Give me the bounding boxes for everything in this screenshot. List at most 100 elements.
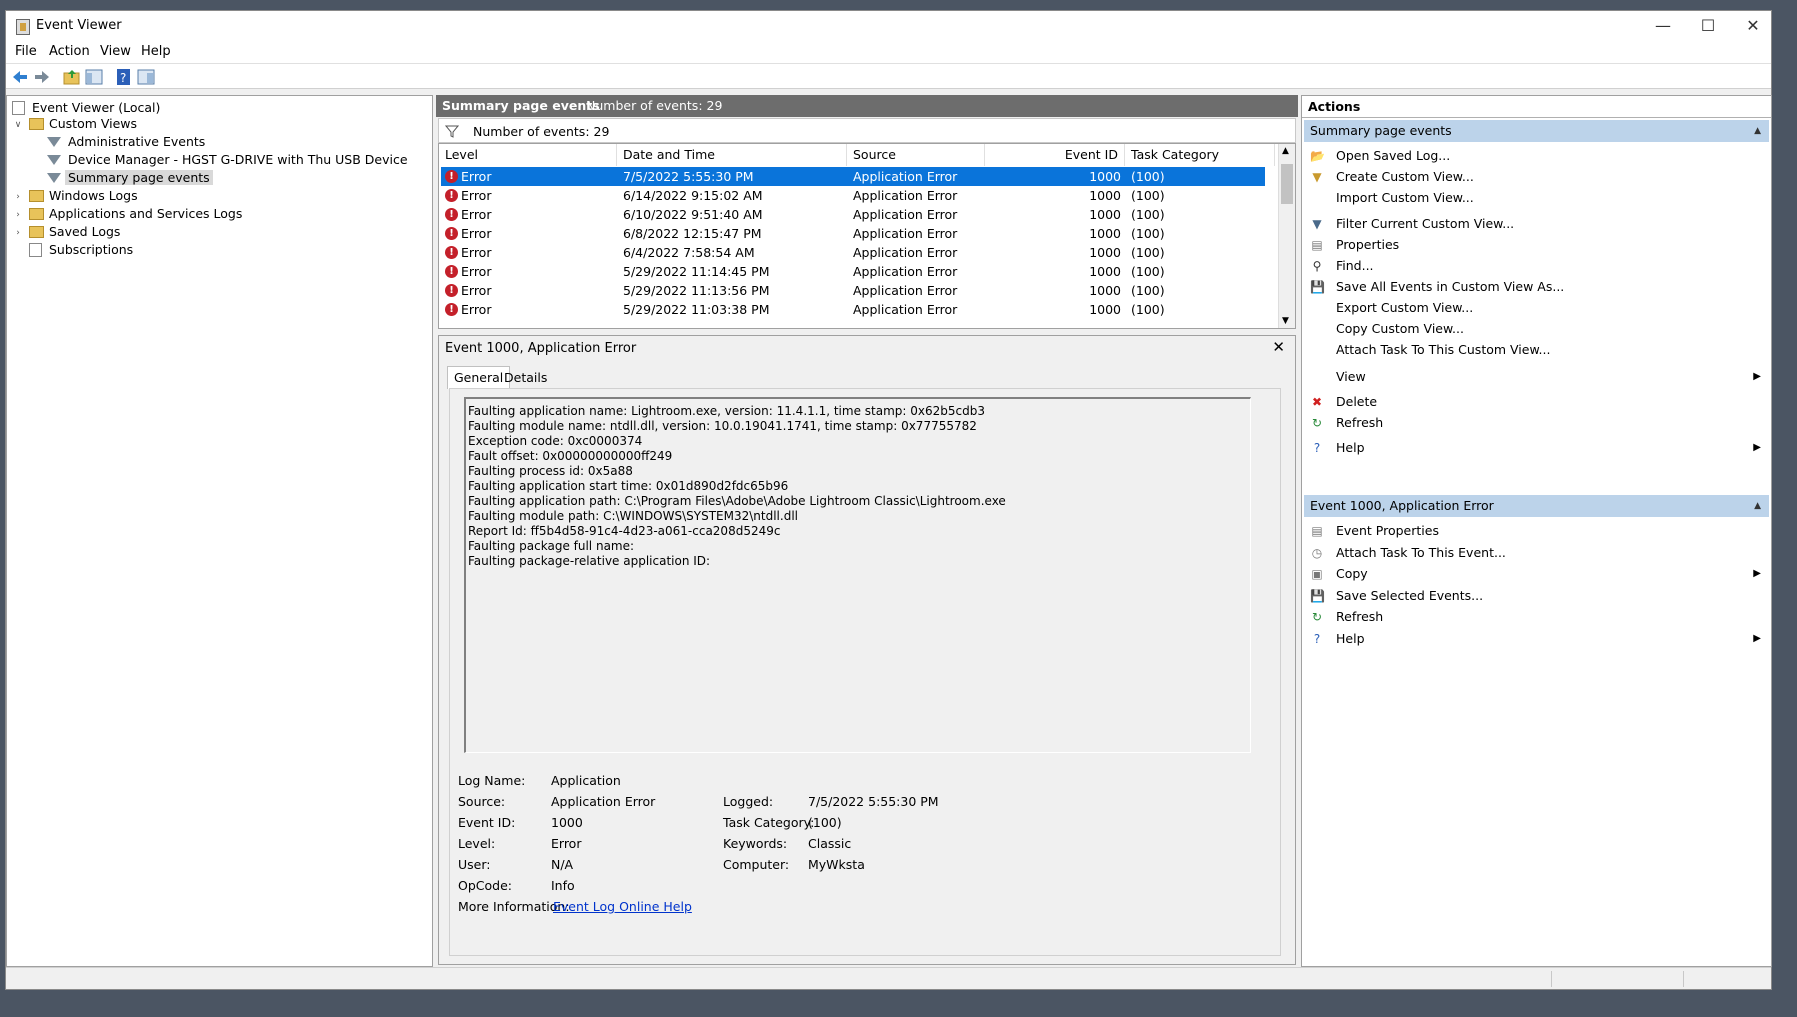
maximize-button[interactable]: ☐ <box>1685 11 1731 41</box>
tree-item-windows-logs[interactable]: Windows Logs <box>29 188 141 205</box>
refresh-icon: ↻ <box>1311 416 1323 430</box>
action-item[interactable]: ↻ Refresh <box>1304 605 1769 629</box>
task-category-cell: (100) <box>1131 226 1165 241</box>
tab-details[interactable]: Details <box>497 366 554 389</box>
action-item[interactable]: ▣ Copy ▶ <box>1304 562 1769 586</box>
chevron-down-icon[interactable]: ∨ <box>13 120 23 130</box>
level-cell: Error <box>461 264 492 279</box>
action-item[interactable]: Import Custom View... <box>1304 186 1769 210</box>
action-item[interactable]: ? Help ▶ <box>1304 627 1769 651</box>
tree-item-saved-logs[interactable]: Saved Logs <box>29 224 123 241</box>
actions-section-summary-page-events[interactable]: Summary page events ▲ <box>1304 120 1769 142</box>
properties-icon: ▤ <box>1311 238 1323 252</box>
minimize-button[interactable]: — <box>1640 11 1686 41</box>
events-scrollbar[interactable]: ▲ ▼ <box>1278 144 1295 328</box>
table-row[interactable]: ! Error 6/4/2022 7:58:54 AM Application Err… <box>441 243 1265 262</box>
table-row[interactable]: ! Error 7/5/2022 5:55:30 PM Application Err… <box>441 167 1265 186</box>
description-line: Faulting application path: C:\Program Fi… <box>468 494 1006 508</box>
event-id-cell: 1000 <box>1089 283 1121 298</box>
action-label: Import Custom View... <box>1336 190 1474 205</box>
menu-view[interactable]: View <box>100 44 131 59</box>
tree-item-summary-page-events[interactable]: Summary page events <box>47 170 213 187</box>
opcode-value: Info <box>551 878 575 893</box>
help-icon[interactable]: ? <box>115 68 133 86</box>
table-row[interactable]: ! Error 5/29/2022 11:14:45 PM Application E… <box>441 262 1265 281</box>
close-button[interactable]: ✕ <box>1730 11 1776 41</box>
source-cell: Application Error <box>853 207 958 222</box>
menu-file[interactable]: File <box>15 44 37 59</box>
actions-section-event[interactable]: Event 1000, Application Error ▲ <box>1304 495 1769 517</box>
menu-help[interactable]: Help <box>141 44 171 59</box>
window-title: Event Viewer <box>36 18 122 33</box>
table-row[interactable]: ! Error 6/8/2022 12:15:47 PM Application Er… <box>441 224 1265 243</box>
source-cell: Application Error <box>853 226 958 241</box>
action-item[interactable]: View ▶ <box>1304 365 1769 389</box>
source-cell: Application Error <box>853 245 958 260</box>
computer-value: MyWksta <box>808 857 865 872</box>
actions-section-title: Event 1000, Application Error <box>1310 498 1494 513</box>
scrollbar-thumb[interactable] <box>1281 164 1293 204</box>
menu-action[interactable]: Action <box>49 44 90 59</box>
logged-value: 7/5/2022 5:55:30 PM <box>808 794 939 809</box>
action-label: Refresh <box>1336 415 1384 430</box>
source-cell: Application Error <box>853 188 958 203</box>
tree-item-device-manager[interactable]: Device Manager - HGST G-DRIVE with Thu U… <box>47 152 411 169</box>
forward-icon[interactable] <box>33 68 51 86</box>
date-cell: 6/14/2022 9:15:02 AM <box>623 188 763 203</box>
column-header-date-time[interactable]: Date and Time <box>617 144 847 166</box>
error-icon: ! <box>445 303 458 316</box>
collapse-icon[interactable]: ▲ <box>1754 495 1761 517</box>
column-header-source[interactable]: Source <box>847 144 985 166</box>
column-header-event-id[interactable]: Event ID <box>985 144 1125 166</box>
tree-item-administrative-events[interactable]: Administrative Events <box>47 134 208 151</box>
close-icon[interactable]: ✕ <box>1272 338 1285 356</box>
event-description[interactable]: Faulting application name: Lightroom.exe… <box>464 397 1251 753</box>
action-item[interactable]: ↻ Refresh <box>1304 411 1769 435</box>
scroll-down-icon[interactable]: ▼ <box>1282 316 1289 326</box>
action-item[interactable]: 💾 Save Selected Events... <box>1304 584 1769 608</box>
tree-item-subscriptions[interactable]: Subscriptions <box>29 242 136 259</box>
column-header-task-category[interactable]: Task Category <box>1125 144 1275 166</box>
column-header-level[interactable]: Level <box>439 144 617 166</box>
show-hide-console-tree-icon[interactable] <box>85 68 103 86</box>
table-row[interactable]: ! Error 5/29/2022 11:13:56 PM Application E… <box>441 281 1265 300</box>
copy-icon: ▣ <box>1311 567 1323 581</box>
collapse-icon[interactable]: ▲ <box>1754 120 1761 142</box>
chevron-right-icon[interactable]: › <box>13 210 23 220</box>
action-label: Attach Task To This Event... <box>1336 544 1506 560</box>
action-item[interactable]: Attach Task To This Custom View... <box>1304 338 1769 362</box>
event-id-cell: 1000 <box>1089 188 1121 203</box>
up-folder-icon[interactable] <box>63 68 81 86</box>
table-row[interactable]: ! Error 6/10/2022 9:51:40 AM Application Er… <box>441 205 1265 224</box>
date-cell: 7/5/2022 5:55:30 PM <box>623 169 754 184</box>
action-item[interactable]: ◷ Attach Task To This Event... <box>1304 541 1769 565</box>
action-item[interactable]: ? Help ▶ <box>1304 436 1769 460</box>
tree-item-applications-and-services-logs[interactable]: Applications and Services Logs <box>29 206 245 223</box>
action-item[interactable]: ▤ Event Properties <box>1304 519 1769 543</box>
tree-item-root[interactable]: Event Viewer (Local) <box>12 100 163 117</box>
action-label: Save Selected Events... <box>1336 587 1484 603</box>
chevron-right-icon: ▶ <box>1753 442 1761 453</box>
open-folder-icon: 📂 <box>1310 149 1325 163</box>
task-category-cell: (100) <box>1131 264 1165 279</box>
error-icon: ! <box>445 265 458 278</box>
folder-icon <box>29 208 44 220</box>
opcode-label: OpCode: <box>458 878 512 893</box>
table-row[interactable]: ! Error 5/29/2022 11:03:38 PM Application E… <box>441 300 1265 319</box>
chevron-right-icon[interactable]: › <box>13 228 23 238</box>
show-hide-action-pane-icon[interactable] <box>137 68 155 86</box>
event-log-online-help-link[interactable]: Event Log Online Help <box>553 899 692 914</box>
description-line: Report Id: ff5b4d58-91c4-4d23-a061-cca20… <box>468 524 781 538</box>
tree-item-custom-views[interactable]: Custom Views <box>29 116 140 133</box>
logged-label: Logged: <box>723 794 774 809</box>
chevron-right-icon[interactable]: › <box>13 192 23 202</box>
error-icon: ! <box>445 246 458 259</box>
log-name-value: Application <box>551 773 621 788</box>
keywords-label: Keywords: <box>723 836 788 851</box>
action-label: Help <box>1336 440 1365 455</box>
scroll-up-icon[interactable]: ▲ <box>1282 146 1289 156</box>
subscriptions-icon <box>29 243 42 257</box>
table-row[interactable]: ! Error 6/14/2022 9:15:02 AM Application Er… <box>441 186 1265 205</box>
back-icon[interactable] <box>11 68 29 86</box>
help-icon: ? <box>1313 631 1321 646</box>
